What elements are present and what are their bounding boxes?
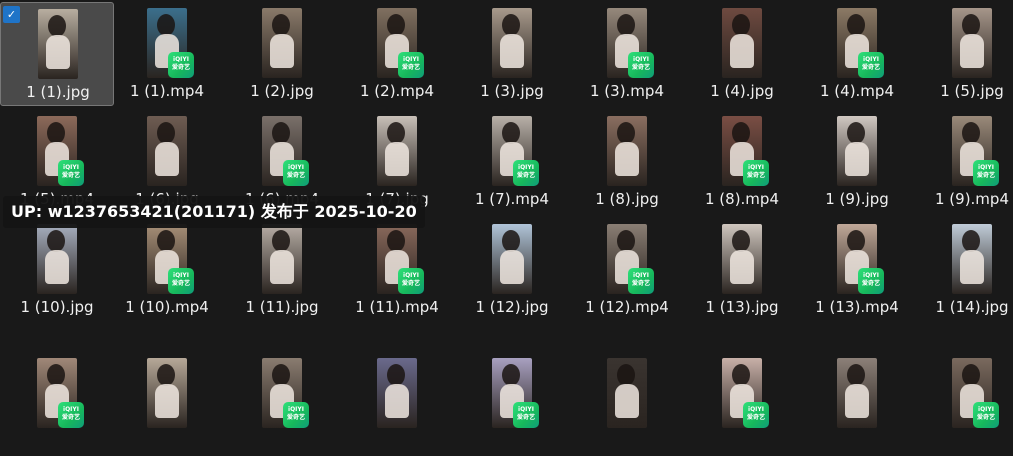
- file-name: 1 (7).mp4: [474, 190, 549, 208]
- file-item[interactable]: iQIYI 爱奇艺 1 (1).mp4: [110, 2, 224, 106]
- file-item[interactable]: 1 (8).jpg: [570, 110, 684, 214]
- file-item[interactable]: [340, 352, 454, 456]
- iqiyi-app-icon: iQIYI 爱奇艺: [168, 52, 194, 78]
- file-item[interactable]: iQIYI 爱奇艺: [915, 352, 1013, 456]
- file-item[interactable]: [570, 352, 684, 456]
- iqiyi-app-icon: iQIYI 爱奇艺: [628, 268, 654, 294]
- file-item[interactable]: iQIYI 爱奇艺 1 (10).mp4: [110, 218, 224, 322]
- image-thumbnail: [377, 358, 417, 428]
- file-name: 1 (12).jpg: [475, 298, 549, 316]
- file-name: 1 (1).jpg: [26, 83, 90, 101]
- image-thumbnail: [262, 224, 302, 294]
- iqiyi-app-icon: iQIYI 爱奇艺: [858, 52, 884, 78]
- file-item[interactable]: iQIYI 爱奇艺 1 (13).mp4: [800, 218, 914, 322]
- file-name: 1 (3).mp4: [589, 82, 664, 100]
- file-item[interactable]: iQIYI 爱奇艺 1 (12).mp4: [570, 218, 684, 322]
- file-item[interactable]: ✓ 1 (1).jpg: [0, 2, 114, 106]
- image-thumbnail: [262, 8, 302, 78]
- file-name: 1 (9).mp4: [934, 190, 1009, 208]
- file-item[interactable]: 1 (14).jpg: [915, 218, 1013, 322]
- image-thumbnail: [377, 116, 417, 186]
- iqiyi-app-icon: iQIYI 爱奇艺: [283, 402, 309, 428]
- image-thumbnail: [722, 224, 762, 294]
- file-item[interactable]: 1 (4).jpg: [685, 2, 799, 106]
- file-name: 1 (2).mp4: [359, 82, 434, 100]
- file-item[interactable]: iQIYI 爱奇艺: [225, 352, 339, 456]
- file-item[interactable]: iQIYI 爱奇艺 1 (4).mp4: [800, 2, 914, 106]
- file-name: 1 (2).jpg: [250, 82, 314, 100]
- file-item[interactable]: iQIYI 爱奇艺 1 (3).mp4: [570, 2, 684, 106]
- file-name: 1 (1).mp4: [129, 82, 204, 100]
- file-name: 1 (8).jpg: [595, 190, 659, 208]
- image-thumbnail: [147, 116, 187, 186]
- image-thumbnail: [37, 224, 77, 294]
- file-item[interactable]: iQIYI 爱奇艺 1 (2).mp4: [340, 2, 454, 106]
- iqiyi-app-icon: iQIYI 爱奇艺: [58, 402, 84, 428]
- iqiyi-app-icon: iQIYI 爱奇艺: [973, 402, 999, 428]
- iqiyi-app-icon: iQIYI 爱奇艺: [168, 268, 194, 294]
- image-thumbnail: [722, 8, 762, 78]
- iqiyi-app-icon: iQIYI 爱奇艺: [973, 160, 999, 186]
- file-item[interactable]: iQIYI 爱奇艺 1 (9).mp4: [915, 110, 1013, 214]
- file-name: 1 (5).jpg: [940, 82, 1004, 100]
- image-thumbnail: [38, 9, 78, 79]
- iqiyi-app-icon: iQIYI 爱奇艺: [398, 268, 424, 294]
- file-name: 1 (14).jpg: [935, 298, 1009, 316]
- image-thumbnail: [492, 8, 532, 78]
- file-name: 1 (3).jpg: [480, 82, 544, 100]
- iqiyi-app-icon: iQIYI 爱奇艺: [283, 160, 309, 186]
- file-item[interactable]: iQIYI 爱奇艺: [455, 352, 569, 456]
- uploader-watermark: UP: w1237653421(201171) 发布于 2025-10-20: [3, 196, 425, 228]
- iqiyi-app-icon: iQIYI 爱奇艺: [58, 160, 84, 186]
- file-item[interactable]: [110, 352, 224, 456]
- file-item[interactable]: iQIYI 爱奇艺: [0, 352, 114, 456]
- iqiyi-app-icon: iQIYI 爱奇艺: [858, 268, 884, 294]
- file-item[interactable]: 1 (12).jpg: [455, 218, 569, 322]
- file-name: 1 (10).jpg: [20, 298, 94, 316]
- file-name: 1 (8).mp4: [704, 190, 779, 208]
- file-item[interactable]: 1 (3).jpg: [455, 2, 569, 106]
- file-name: 1 (4).mp4: [819, 82, 894, 100]
- file-name: 1 (11).mp4: [355, 298, 439, 316]
- file-name: 1 (9).jpg: [825, 190, 889, 208]
- file-item[interactable]: iQIYI 爱奇艺: [685, 352, 799, 456]
- file-item[interactable]: 1 (10).jpg: [0, 218, 114, 322]
- image-thumbnail: [147, 358, 187, 428]
- image-thumbnail: [952, 8, 992, 78]
- file-name: 1 (13).jpg: [705, 298, 779, 316]
- image-thumbnail: [492, 224, 532, 294]
- file-name: 1 (11).jpg: [245, 298, 319, 316]
- iqiyi-app-icon: iQIYI 爱奇艺: [743, 402, 769, 428]
- file-name: 1 (12).mp4: [585, 298, 669, 316]
- file-item[interactable]: iQIYI 爱奇艺 1 (8).mp4: [685, 110, 799, 214]
- iqiyi-app-icon: iQIYI 爱奇艺: [513, 160, 539, 186]
- iqiyi-app-icon: iQIYI 爱奇艺: [398, 52, 424, 78]
- file-item[interactable]: iQIYI 爱奇艺 1 (7).mp4: [455, 110, 569, 214]
- checkbox-checked-icon[interactable]: ✓: [3, 6, 20, 23]
- image-thumbnail: [607, 358, 647, 428]
- iqiyi-app-icon: iQIYI 爱奇艺: [513, 402, 539, 428]
- file-name: 1 (13).mp4: [815, 298, 899, 316]
- file-item[interactable]: 1 (11).jpg: [225, 218, 339, 322]
- image-thumbnail: [952, 224, 992, 294]
- file-item[interactable]: 1 (9).jpg: [800, 110, 914, 214]
- image-thumbnail: [837, 116, 877, 186]
- file-item[interactable]: [800, 352, 914, 456]
- iqiyi-app-icon: iQIYI 爱奇艺: [743, 160, 769, 186]
- file-item[interactable]: 1 (13).jpg: [685, 218, 799, 322]
- iqiyi-app-icon: iQIYI 爱奇艺: [628, 52, 654, 78]
- file-item[interactable]: 1 (2).jpg: [225, 2, 339, 106]
- file-item[interactable]: iQIYI 爱奇艺 1 (11).mp4: [340, 218, 454, 322]
- file-name: 1 (4).jpg: [710, 82, 774, 100]
- file-name: 1 (10).mp4: [125, 298, 209, 316]
- image-thumbnail: [837, 358, 877, 428]
- image-thumbnail: [607, 116, 647, 186]
- file-item[interactable]: 1 (5).jpg: [915, 2, 1013, 106]
